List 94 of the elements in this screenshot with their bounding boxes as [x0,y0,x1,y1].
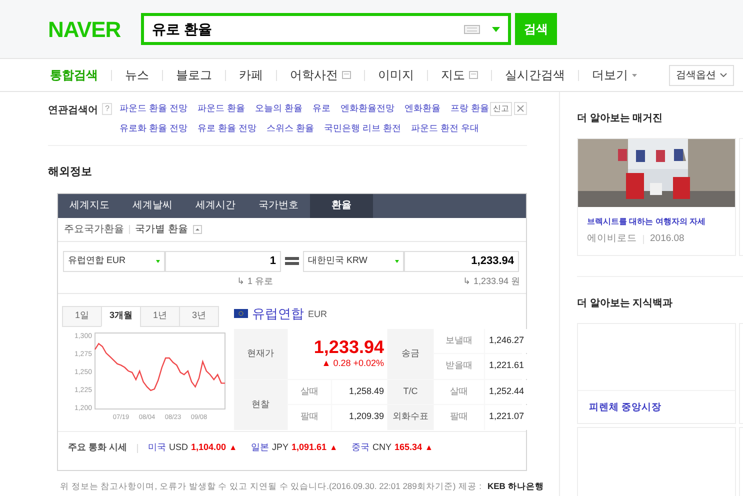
related-link[interactable]: 파운드 환율 [198,102,246,116]
current-price: 1,233.94 [314,336,384,357]
rate-value: 165.34 [394,441,422,454]
provider-label: 제공 : [458,480,482,492]
currency-select[interactable]: 대한민국 KRW [303,250,404,272]
currency-select[interactable]: 유럽연합 EUR [63,250,165,272]
related-link[interactable]: 유로화 환율 전망 [120,122,188,135]
popup-icon [342,71,351,79]
currency-code: CNY [372,441,392,454]
keyboard-icon[interactable] [464,24,480,34]
nav-tab[interactable]: 더보기 [592,66,637,84]
related-link[interactable]: 프랑 환율 [450,102,490,116]
nav-tab[interactable]: 지도 [441,66,478,84]
country-name: 유럽연합 [252,304,304,323]
card-title[interactable]: 브렉시트를 대하는 여행자의 자세 [587,216,706,228]
related-link[interactable]: 파운드 환율 전망 [120,102,188,116]
nav-tab[interactable]: 카페 [239,66,263,84]
bank-name: KEB 하나은행 [487,480,544,492]
related-label: 연관검색어 [48,104,98,118]
caret-icon [632,74,637,76]
notice-text: 위 정보는 참고사항이며, 오류가 발생할 수 있고 지연될 수 있습니다.(2016.09.30. 22:01 289회차기준) [60,480,456,492]
rate-value: 1,091.61 [292,441,327,454]
period-tab[interactable]: 1일 [62,306,102,326]
major-label: 주요 통화 시세 [68,441,128,454]
rate-label: 팔때 [288,404,331,430]
country-name: 중국 [351,441,370,454]
related-link[interactable]: 스위스 환율 [266,122,314,135]
rate-value: 1,252.44 [485,380,527,404]
rate-label: 받을때 [434,354,484,378]
search-field[interactable]: 유로 환율 [141,13,511,45]
widget-tab[interactable]: 국가번호 [247,194,310,218]
period-tab[interactable]: 3개월 [101,306,141,326]
widget-tab[interactable]: 세계지도 [58,194,121,218]
card-title[interactable]: 피렌체 중앙시장 [578,391,735,416]
caret-icon[interactable] [492,26,500,32]
card-date: 2016.08 [650,232,684,246]
caret-icon [395,260,399,262]
nav-tab[interactable]: 블로그 [176,66,212,84]
sidebar-title: 더 알아보는 지식백과 [577,297,674,311]
rate-value: 1,258.49 [332,380,387,404]
up-arrow-icon: ▲ [229,442,237,454]
encyclopedia-card[interactable]: 피렌체 중앙시장 [577,323,736,424]
chevron-down-icon [720,73,727,77]
period-tab[interactable]: 1년 [140,306,180,326]
country-name: 미국 [148,441,166,454]
period-tab[interactable]: 3년 [179,306,219,326]
rate-value: 1,221.61 [485,354,527,378]
nav-tab[interactable]: 이미지 [378,66,414,84]
section-title: 해외정보 [48,165,93,180]
widget-tab[interactable]: 환율 [310,194,373,218]
subtab[interactable]: 주요국가환율 [64,222,124,236]
currency-code: USD [169,441,188,454]
up-arrow-icon: ▲ [425,442,433,454]
widget-tab[interactable]: 세계시간 [184,194,247,218]
nav-tab[interactable]: 뉴스 [125,66,149,84]
magazine-card[interactable]: 브렉시트를 대하는 여행자의 자세 에이비로드 2016.08 [577,138,736,256]
country-name: 일본 [251,441,269,454]
currency-code: JPY [272,441,289,454]
rate-value: 1,246.27 [485,328,527,352]
rate-label: 살때 [434,380,484,404]
widget-tab[interactable]: 세계날씨 [121,194,184,218]
related-link[interactable]: 엔화환율전망 [340,102,395,116]
caret-icon [156,260,160,262]
up-arrow-icon: ▲ [330,442,338,454]
price-change: ▲ 0.28 +0.02% [322,356,384,370]
rate-label: 살때 [288,380,331,404]
related-link[interactable]: 유로 [312,102,331,116]
amount-field[interactable]: 1,233.94 [404,250,519,272]
nav-tab[interactable]: 어학사전 [290,66,351,84]
rate-label: 보낼때 [434,328,484,352]
rate-value: 1,104.00 [191,441,226,454]
converted-note: ↳ 1 유로 [236,274,273,288]
related-link[interactable]: 오늘의 환율 [255,102,303,116]
related-link[interactable]: 파운드 환전 우대 [411,122,480,135]
equals-icon [285,257,299,265]
nav-tab[interactable]: 실시간검색 [505,66,565,84]
rate-label: 팔때 [434,404,484,430]
popup-icon [469,71,478,79]
related-link[interactable]: 유로 환율 전망 [198,122,257,135]
report-button[interactable]: 신고 [490,102,512,116]
flag-icon [234,309,248,318]
subtab[interactable]: 국가별 환율 [135,222,188,236]
amount-field[interactable]: 1 [165,250,281,272]
sidebar-title: 더 알아보는 매거진 [577,112,664,126]
options-button[interactable]: 검색옵션 [669,64,734,86]
rate-value: 1,209.39 [332,404,387,430]
card-source: 에이비로드 [587,232,637,246]
rate-value: 1,221.07 [485,404,527,430]
related-link[interactable]: 엔화환율 [404,102,441,116]
currency-code: EUR [308,308,328,322]
collapse-icon[interactable] [192,224,202,234]
related-link[interactable]: 국민은행 리브 환전 [324,122,402,135]
converted-note: ↳ 1,233.94 원 [462,274,520,288]
close-icon[interactable] [514,102,527,115]
